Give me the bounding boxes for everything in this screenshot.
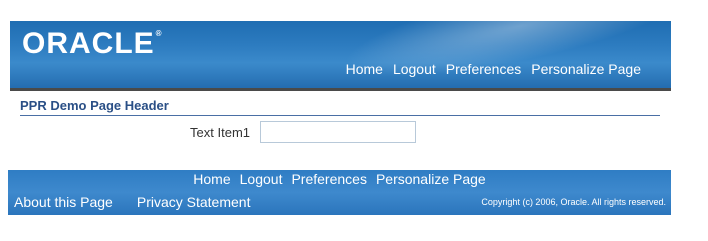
footer-logout-link[interactable]: Logout [240, 171, 283, 187]
footer-bottom: About this Page Privacy Statement Copyri… [14, 194, 666, 210]
page-header: PPR Demo Page Header [20, 98, 660, 116]
text-item-input[interactable] [260, 121, 416, 143]
personalize-page-link[interactable]: Personalize Page [531, 61, 641, 77]
home-link[interactable]: Home [346, 61, 383, 77]
logo-text: ORACLE [22, 27, 155, 60]
registered-mark: ® [155, 29, 163, 38]
footer-links: Home Logout Preferences Personalize Page [8, 171, 671, 187]
preferences-link[interactable]: Preferences [446, 61, 521, 77]
logout-link[interactable]: Logout [393, 61, 436, 77]
text-item-label: Text Item1 [190, 124, 250, 140]
footer-home-link[interactable]: Home [193, 171, 230, 187]
footer: Home Logout Preferences Personalize Page… [8, 170, 671, 215]
page-title: PPR Demo Page Header [20, 98, 169, 113]
global-links: Home Logout Preferences Personalize Page [346, 61, 641, 77]
branding-header: ORACLE® Home Logout Preferences Personal… [10, 21, 671, 91]
text-item-row: Text Item1 [160, 121, 416, 143]
page: ORACLE® Home Logout Preferences Personal… [0, 0, 708, 241]
about-this-page-link[interactable]: About this Page [14, 194, 113, 210]
privacy-statement-link[interactable]: Privacy Statement [137, 194, 251, 210]
footer-personalize-page-link[interactable]: Personalize Page [376, 171, 486, 187]
header-bottom-strip [10, 88, 671, 91]
copyright-text: Copyright (c) 2006, Oracle. All rights r… [481, 197, 666, 207]
footer-bottom-links: About this Page Privacy Statement [14, 194, 250, 210]
oracle-logo: ORACLE® [22, 27, 163, 61]
footer-preferences-link[interactable]: Preferences [291, 171, 366, 187]
